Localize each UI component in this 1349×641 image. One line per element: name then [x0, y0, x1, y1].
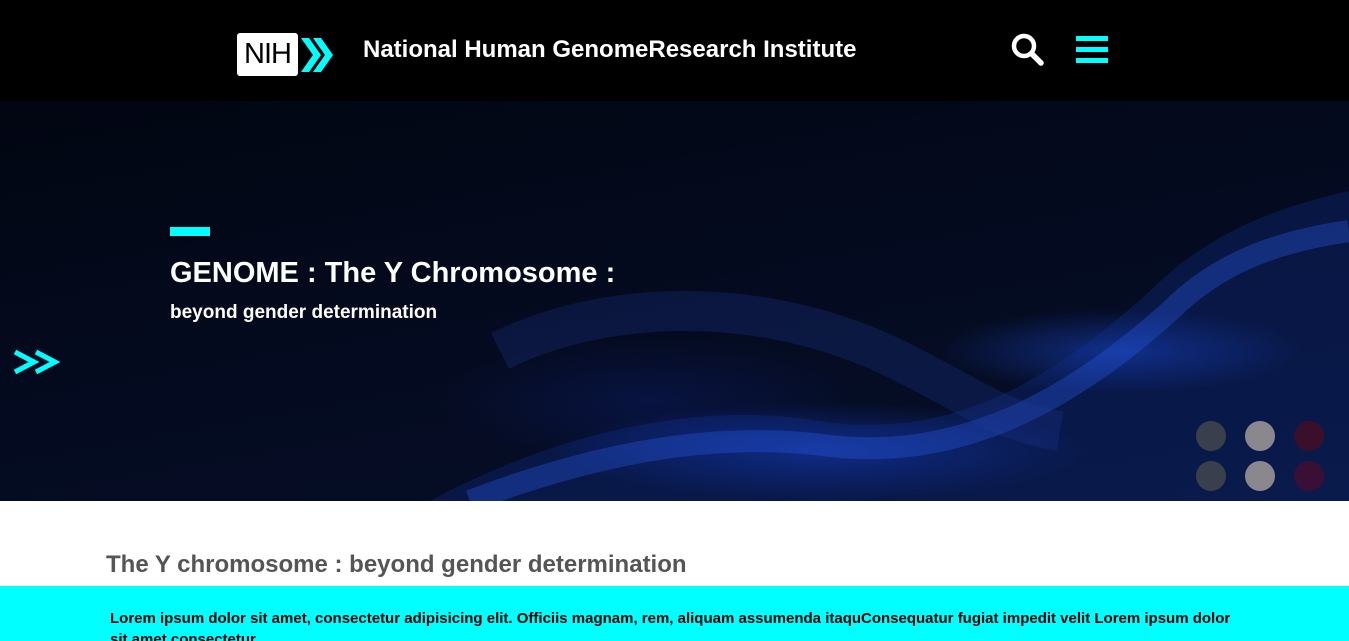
content-body-band: Lorem ipsum dolor sit amet, consectetur … — [0, 586, 1349, 641]
content-heading: The Y chromosome : beyond gender determi… — [106, 551, 687, 578]
search-icon[interactable] — [1011, 33, 1044, 66]
carousel-dot-1[interactable] — [1196, 421, 1226, 451]
site-header: NIH National Human GenomeResearch Instit… — [0, 0, 1349, 101]
site-title[interactable]: National Human GenomeResearch Institute — [363, 36, 856, 64]
menu-bar — [1076, 36, 1108, 41]
menu-bar — [1076, 58, 1108, 63]
carousel-dot-2[interactable] — [1245, 421, 1275, 451]
hero-subtitle: beyond gender determination — [170, 302, 438, 323]
carousel-dot-5[interactable] — [1245, 461, 1275, 491]
nih-logo-text: NIH — [237, 33, 298, 76]
hero-background-wave — [430, 191, 1349, 501]
nih-logo[interactable]: NIH — [237, 33, 334, 76]
hamburger-menu-icon[interactable] — [1076, 36, 1108, 63]
double-chevron-right-icon[interactable] — [12, 349, 62, 375]
carousel-dot-6[interactable] — [1294, 461, 1324, 491]
content-body-text: Lorem ipsum dolor sit amet, consectetur … — [110, 610, 1231, 641]
carousel-dot-3[interactable] — [1294, 421, 1324, 451]
nih-logo-arrow-icon — [301, 37, 333, 72]
menu-bar — [1076, 47, 1108, 52]
carousel-dot-4[interactable] — [1196, 461, 1226, 491]
hero-title: GENOME : The Y Chromosome : — [170, 257, 616, 289]
hero-banner: GENOME : The Y Chromosome : beyond gende… — [0, 101, 1349, 501]
hero-accent-bar — [170, 227, 210, 236]
